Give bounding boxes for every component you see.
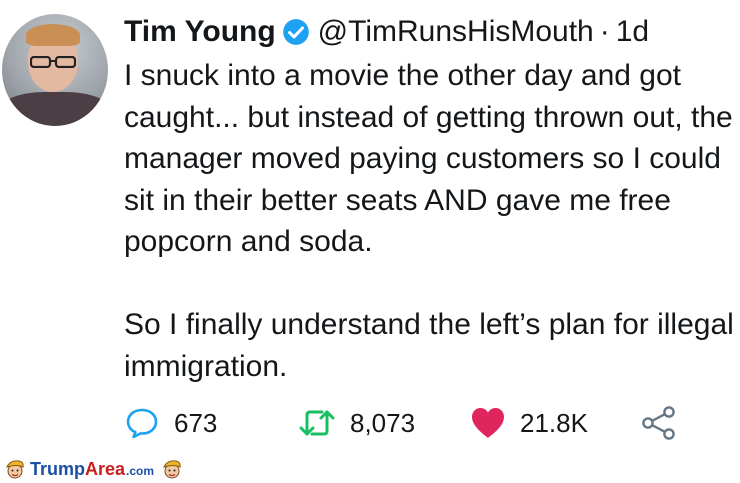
avatar-shirt (2, 92, 108, 126)
verified-badge-icon (282, 19, 309, 45)
mascot-right-icon (163, 460, 181, 479)
tweet-actions: 673 8,073 21.8K (124, 400, 684, 446)
site-watermark: TrumpArea .com (4, 456, 184, 482)
share-icon (642, 406, 675, 440)
tweet-time[interactable]: 1d (616, 15, 649, 49)
avatar-glasses (30, 56, 76, 68)
tweet-paragraph: I snuck into a movie the other day and g… (124, 59, 733, 258)
watermark-brand-part2: Area (85, 458, 126, 479)
author-handle[interactable]: @TimRunsHisMouth (318, 15, 594, 49)
reply-count: 673 (174, 407, 218, 438)
like-count: 21.8K (520, 407, 588, 438)
reply-button[interactable]: 673 (124, 400, 217, 446)
share-button[interactable] (640, 400, 678, 446)
tweet-text: I snuck into a movie the other day and g… (124, 55, 736, 387)
retweet-count: 8,073 (350, 407, 416, 438)
watermark-tld: .com (126, 464, 155, 478)
separator-dot: · (599, 15, 610, 48)
like-button[interactable]: 21.8K (470, 400, 588, 446)
watermark-brand: TrumpArea (30, 459, 125, 480)
retweet-button[interactable]: 8,073 (298, 400, 415, 446)
tweet-header: Tim Young @TimRunsHisMouth · 1d (124, 12, 649, 52)
tweet-paragraph: So I finally understand the left’s plan … (124, 308, 734, 383)
author-name[interactable]: Tim Young (124, 15, 276, 49)
mascot-left-icon (6, 460, 24, 479)
watermark-brand-part1: Trump (30, 458, 86, 479)
heart-icon (472, 408, 504, 438)
reply-icon (126, 408, 158, 439)
avatar[interactable] (2, 14, 108, 126)
retweet-icon (299, 410, 335, 436)
avatar-hair (26, 24, 80, 46)
tweet-screenshot: Tim Young @TimRunsHisMouth · 1d I snuck … (0, 0, 740, 483)
